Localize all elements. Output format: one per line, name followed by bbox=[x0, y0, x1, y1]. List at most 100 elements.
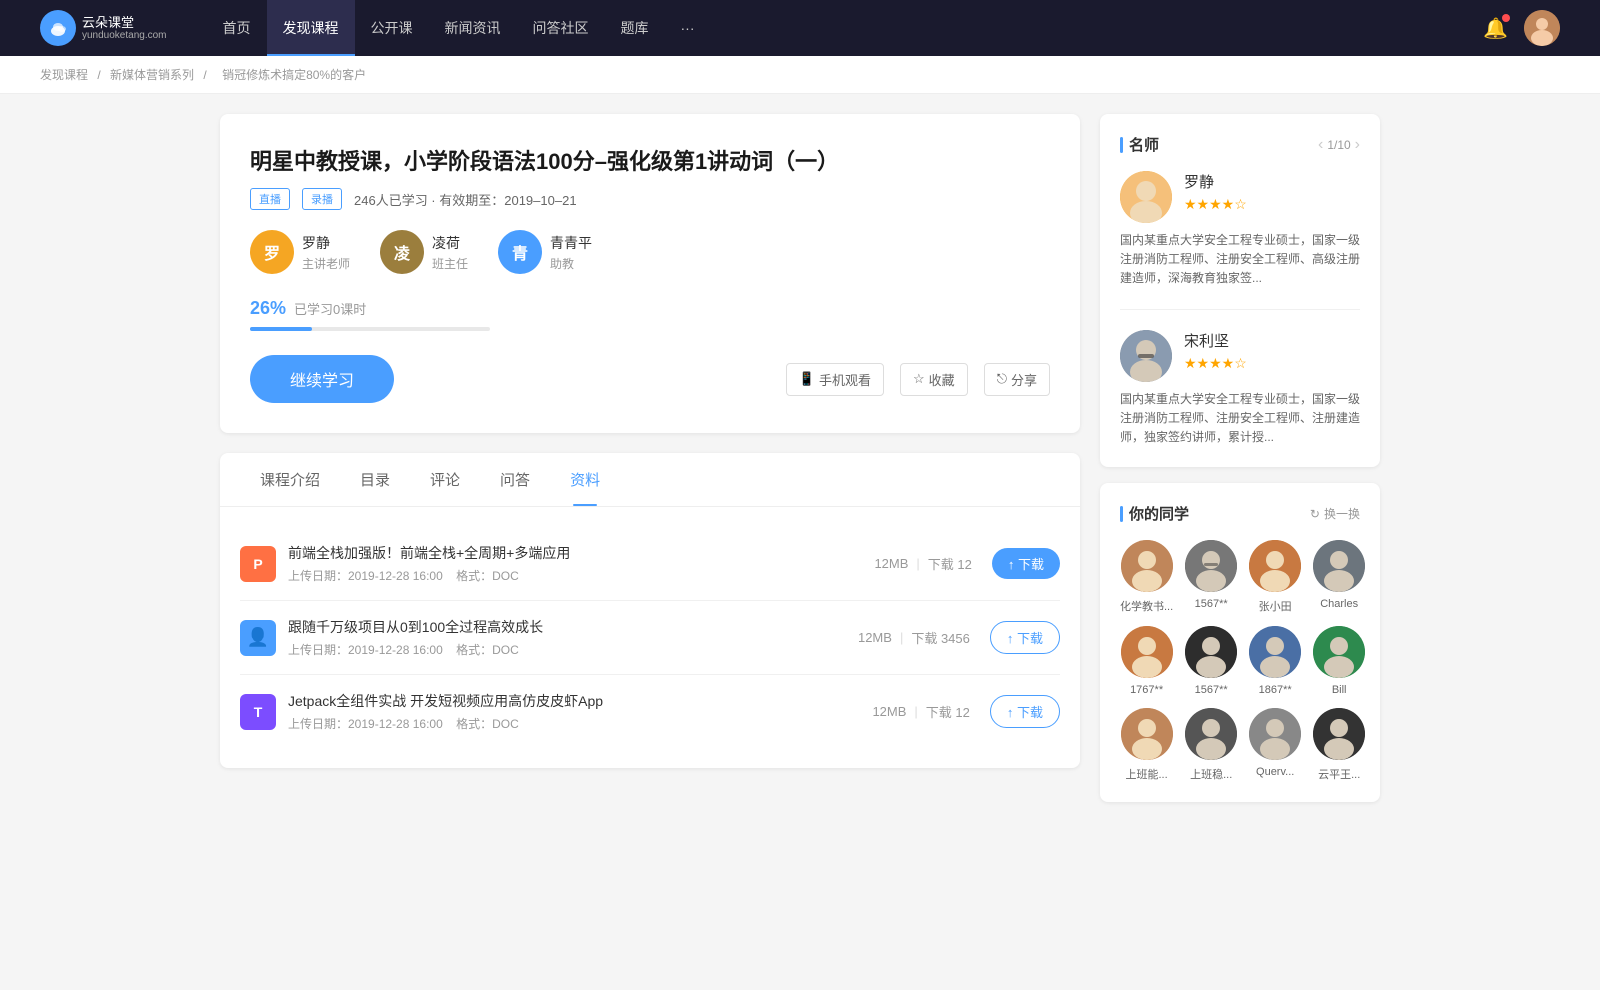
classmate-avatar-4 bbox=[1313, 540, 1365, 592]
teacher-card-desc-1: 国内某重点大学安全工程专业硕士，国家一级注册消防工程师、注册安全工程师、高级注册… bbox=[1120, 231, 1360, 289]
classmate-9[interactable]: 上班能... bbox=[1120, 708, 1173, 782]
resource-info-1: 前端全栈加强版！前端全栈+全周期+多端应用 上传日期：2019-12-28 16… bbox=[288, 543, 874, 584]
teacher-3-avatar: 青 bbox=[498, 230, 542, 274]
classmate-10[interactable]: 上班稳... bbox=[1185, 708, 1237, 782]
resource-stats-2: 12MB | 下载 3456 bbox=[858, 628, 970, 647]
resource-info-2: 跟随千万级项目从0到100全过程高效成长 上传日期：2019-12-28 16:… bbox=[288, 617, 858, 658]
classmate-2[interactable]: 1567** bbox=[1185, 540, 1237, 614]
resource-item-1: P 前端全栈加强版！前端全栈+全周期+多端应用 上传日期：2019-12-28 … bbox=[240, 527, 1060, 601]
teacher-2-avatar: 凌 bbox=[380, 230, 424, 274]
navbar: 云朵课堂 yunduoketang.com 首页 发现课程 公开课 新闻资讯 问… bbox=[0, 0, 1600, 56]
classmate-11[interactable]: Querv... bbox=[1249, 708, 1301, 782]
panel-header-classmates: 你的同学 ↻ 换一换 bbox=[1120, 503, 1360, 524]
teachers-panel-title: 名师 bbox=[1120, 134, 1159, 155]
refresh-btn[interactable]: ↻ 换一换 bbox=[1310, 505, 1360, 522]
breadcrumb-discover[interactable]: 发现课程 bbox=[40, 68, 88, 82]
classmate-name-5: 1767** bbox=[1130, 684, 1163, 696]
breadcrumb: 发现课程 / 新媒体营销系列 / 销冠修炼术搞定80%的客户 bbox=[0, 56, 1600, 94]
resource-icon-3: T bbox=[240, 694, 276, 730]
teacher-3: 青 青青平 助教 bbox=[498, 230, 592, 274]
panel-header-teachers: 名师 ‹ 1/10 › bbox=[1120, 134, 1360, 155]
classmate-name-7: 1867** bbox=[1259, 684, 1292, 696]
resource-meta-2: 上传日期：2019-12-28 16:00 格式：DOC bbox=[288, 641, 858, 658]
classmate-avatar-10 bbox=[1185, 708, 1237, 760]
nav-home[interactable]: 首页 bbox=[207, 0, 267, 56]
course-card: 明星中教授课，小学阶段语法100分–强化级第1讲动词（一） 直播 录播 246人… bbox=[220, 114, 1080, 433]
course-title: 明星中教授课，小学阶段语法100分–强化级第1讲动词（一） bbox=[250, 144, 1050, 176]
nav-right: 🔔 bbox=[1483, 10, 1560, 46]
progress-text: 已学习0课时 bbox=[294, 299, 366, 318]
course-meta-text: 246人已学习 · 有效期至：2019–10–21 bbox=[354, 190, 577, 209]
badge-replay: 录播 bbox=[302, 188, 342, 210]
classmate-avatar-1 bbox=[1121, 540, 1173, 592]
classmate-6[interactable]: 1567** bbox=[1185, 626, 1237, 696]
teacher-1-avatar: 罗 bbox=[250, 230, 294, 274]
classmate-name-9: 上班能... bbox=[1126, 766, 1168, 782]
tabs-content: P 前端全栈加强版！前端全栈+全周期+多端应用 上传日期：2019-12-28 … bbox=[220, 507, 1080, 768]
teacher-card-2: 宋利坚 ★★★★☆ 国内某重点大学安全工程专业硕士，国家一级注册消防工程师、注册… bbox=[1120, 330, 1360, 448]
teachers-pagination: ‹ 1/10 › bbox=[1318, 136, 1360, 154]
resource-title-3: Jetpack全组件实战 开发短视频应用高仿皮皮虾App bbox=[288, 691, 872, 711]
teacher-2-role: 班主任 bbox=[432, 255, 468, 272]
classmate-name-6: 1567** bbox=[1195, 684, 1228, 696]
download-btn-1[interactable]: ↑ 下载 bbox=[992, 548, 1060, 579]
teacher-card-name-1: 罗静 bbox=[1184, 171, 1247, 192]
classmate-4[interactable]: Charles bbox=[1313, 540, 1365, 614]
nav-quiz[interactable]: 题库 bbox=[605, 0, 665, 56]
mobile-watch-btn[interactable]: 📱 手机观看 bbox=[786, 363, 884, 396]
tab-review[interactable]: 评论 bbox=[410, 453, 480, 506]
classmate-7[interactable]: 1867** bbox=[1249, 626, 1301, 696]
classmate-8[interactable]: Bill bbox=[1313, 626, 1365, 696]
resource-info-3: Jetpack全组件实战 开发短视频应用高仿皮皮虾App 上传日期：2019-1… bbox=[288, 691, 872, 732]
classmate-avatar-8 bbox=[1313, 626, 1365, 678]
nav-open[interactable]: 公开课 bbox=[355, 0, 429, 56]
classmates-panel: 你的同学 ↻ 换一换 化学教书... 1567** bbox=[1100, 483, 1380, 802]
classmate-5[interactable]: 1767** bbox=[1120, 626, 1173, 696]
teachers-page: 1/10 bbox=[1327, 138, 1350, 152]
classmate-avatar-2 bbox=[1185, 540, 1237, 592]
progress-bar-fill bbox=[250, 327, 312, 331]
classmate-avatar-6 bbox=[1185, 626, 1237, 678]
collect-btn[interactable]: ☆ 收藏 bbox=[900, 363, 968, 396]
tabs-section: 课程介绍 目录 评论 问答 资料 P 前端全栈加强版！前端全栈+全周期+多端应用… bbox=[220, 453, 1080, 768]
tab-resources[interactable]: 资料 bbox=[550, 453, 620, 506]
classmate-1[interactable]: 化学教书... bbox=[1120, 540, 1173, 614]
progress-section: 26% 已学习0课时 bbox=[250, 298, 1050, 331]
tab-intro[interactable]: 课程介绍 bbox=[240, 453, 340, 506]
continue-button[interactable]: 继续学习 bbox=[250, 355, 394, 403]
download-btn-3[interactable]: ↑ 下载 bbox=[990, 695, 1060, 728]
teacher-3-name: 青青平 bbox=[550, 233, 592, 253]
classmate-3[interactable]: 张小田 bbox=[1249, 540, 1301, 614]
course-meta: 直播 录播 246人已学习 · 有效期至：2019–10–21 bbox=[250, 188, 1050, 210]
nav-qa[interactable]: 问答社区 bbox=[517, 0, 605, 56]
course-actions: 继续学习 📱 手机观看 ☆ 收藏 ⎋ 分享 bbox=[250, 355, 1050, 403]
download-btn-2[interactable]: ↑ 下载 bbox=[990, 621, 1060, 654]
teacher-1: 罗 罗静 主讲老师 bbox=[250, 230, 350, 274]
teachers-next-btn[interactable]: › bbox=[1355, 136, 1360, 154]
teacher-card-name-2: 宋利坚 bbox=[1184, 330, 1247, 351]
main-container: 明星中教授课，小学阶段语法100分–强化级第1讲动词（一） 直播 录播 246人… bbox=[200, 94, 1400, 838]
nav-more[interactable]: ··· bbox=[665, 0, 711, 56]
user-avatar[interactable] bbox=[1524, 10, 1560, 46]
teacher-card-avatar-1 bbox=[1120, 171, 1172, 223]
resource-icon-2: 👤 bbox=[240, 620, 276, 656]
star-icon: ☆ bbox=[913, 371, 925, 387]
teacher-1-name: 罗静 bbox=[302, 233, 350, 253]
teachers-prev-btn[interactable]: ‹ bbox=[1318, 136, 1323, 154]
breadcrumb-series[interactable]: 新媒体营销系列 bbox=[110, 68, 194, 82]
tab-qa[interactable]: 问答 bbox=[480, 453, 550, 506]
teacher-card-avatar-2 bbox=[1120, 330, 1172, 382]
share-btn[interactable]: ⎋ 分享 bbox=[984, 363, 1050, 396]
content-area: 明星中教授课，小学阶段语法100分–强化级第1讲动词（一） 直播 录播 246人… bbox=[220, 114, 1080, 818]
classmate-avatar-12 bbox=[1313, 708, 1365, 760]
nav-discover[interactable]: 发现课程 bbox=[267, 0, 355, 56]
classmate-12[interactable]: 云平王... bbox=[1313, 708, 1365, 782]
progress-bar-bg bbox=[250, 327, 490, 331]
classmate-name-2: 1567** bbox=[1195, 598, 1228, 610]
nav-news[interactable]: 新闻资讯 bbox=[429, 0, 517, 56]
notification-bell[interactable]: 🔔 bbox=[1483, 16, 1508, 41]
resource-meta-3: 上传日期：2019-12-28 16:00 格式：DOC bbox=[288, 715, 872, 732]
tab-catalog[interactable]: 目录 bbox=[340, 453, 410, 506]
classmates-grid: 化学教书... 1567** 张小田 bbox=[1120, 540, 1360, 782]
logo[interactable]: 云朵课堂 yunduoketang.com bbox=[40, 10, 167, 46]
